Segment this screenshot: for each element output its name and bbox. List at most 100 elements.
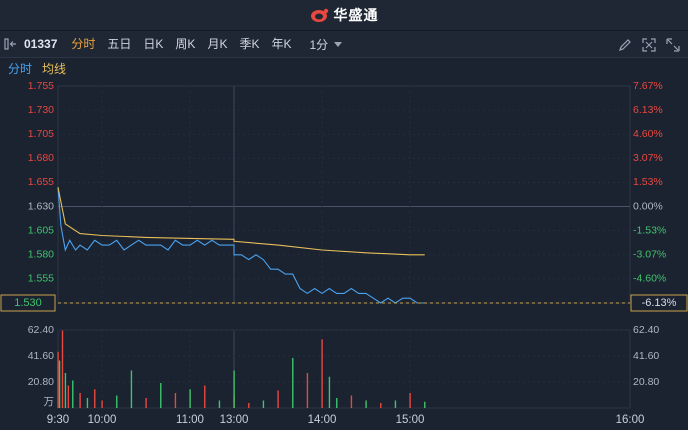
volume-bar	[233, 370, 235, 408]
tab-five-day[interactable]: 五日	[101, 31, 137, 58]
percent-tick-label: -4.60%	[633, 273, 666, 285]
chevron-down-icon	[334, 41, 343, 47]
volume-bar	[365, 400, 367, 408]
brand-name: 华盛通	[333, 7, 379, 23]
volume-bar	[101, 400, 103, 408]
volume-tick-label-right: 62.40	[633, 324, 659, 336]
volume-bar	[306, 373, 309, 408]
volume-bar	[61, 330, 64, 408]
panel-toggle-button[interactable]	[0, 31, 22, 58]
tab-daily-k[interactable]: 日K	[137, 31, 169, 58]
volume-bar	[204, 385, 206, 408]
percent-tick-label: 7.67%	[633, 80, 663, 92]
volume-bar	[94, 389, 96, 408]
volume-bar	[174, 393, 177, 408]
price-series-line	[57, 187, 425, 304]
percent-axis: 7.67% 6.13% 4.60% 3.07% 1.53% 0.00% -1.53% -3.0…	[633, 80, 666, 285]
price-tick-label: 1.680	[28, 152, 54, 164]
brand-icon	[310, 8, 328, 22]
volume-bar	[58, 360, 61, 408]
time-axis: 9:30 10:00 11:00 13:00 14:00 15:00 16:00	[47, 414, 645, 426]
volume-bar	[292, 358, 294, 408]
chart-toolbar: 01337 分时 五日 日K 周K 月K 季K 年K 1分	[0, 31, 688, 58]
volume-bar	[350, 395, 353, 408]
volume-bars	[57, 330, 426, 408]
tab-monthly-k[interactable]: 月K	[201, 31, 233, 58]
average-series-line	[57, 187, 425, 256]
volume-bar	[189, 389, 191, 408]
title-bar: 华盛通	[0, 0, 688, 31]
volume-bar	[130, 370, 133, 408]
current-percent-label: -6.13%	[642, 297, 677, 309]
volume-bar	[262, 400, 265, 408]
volume-bar	[218, 400, 221, 408]
volume-bar	[328, 376, 331, 408]
time-tick-label: 9:30	[47, 414, 69, 426]
time-tick-label: 16:00	[616, 414, 645, 426]
volume-bar	[380, 403, 382, 408]
brand-logo: 华盛通	[310, 5, 379, 25]
price-tick-label: 1.580	[28, 249, 54, 261]
volume-bar	[424, 401, 426, 408]
price-tick-label: 1.605	[28, 224, 54, 236]
price-tick-label: 1.755	[28, 80, 54, 92]
percent-tick-label: 0.00%	[633, 200, 663, 212]
price-tick-label: 1.630	[28, 200, 54, 212]
interval-value: 1分	[309, 37, 329, 52]
price-tick-label: 1.555	[28, 273, 54, 285]
time-tick-label: 11:00	[176, 414, 204, 426]
price-tick-label: 1.730	[28, 104, 54, 116]
percent-tick-label: 4.60%	[633, 128, 663, 140]
percent-tick-label: 1.53%	[633, 176, 663, 188]
volume-bar	[160, 383, 162, 408]
toolbar-actions	[618, 31, 680, 58]
volume-bar	[409, 393, 411, 408]
pencil-icon[interactable]	[618, 38, 632, 52]
percent-tick-label: -1.53%	[633, 224, 666, 236]
interval-select[interactable]: 1分	[309, 36, 343, 53]
percent-tick-label: -3.07%	[633, 249, 666, 261]
volume-axis: 62.40 62.40 41.60 41.60 20.80 20.80 万	[28, 324, 660, 408]
volume-bar	[72, 380, 74, 408]
legend-average: 均线	[42, 61, 67, 76]
volume-bar	[145, 398, 147, 408]
volume-panel-frame	[57, 329, 631, 409]
volume-bar	[277, 390, 279, 408]
tab-quarterly-k[interactable]: 季K	[233, 31, 265, 58]
volume-tick-label: 62.40	[28, 324, 54, 336]
fullscreen-icon[interactable]	[642, 37, 656, 52]
volume-bar	[57, 351, 59, 408]
volume-unit-label: 万	[44, 396, 55, 408]
price-tick-label: 1.655	[28, 176, 54, 188]
volume-bar	[248, 403, 250, 408]
volume-tick-label: 20.80	[28, 376, 54, 388]
volume-bar	[321, 339, 323, 408]
tab-weekly-k[interactable]: 周K	[169, 31, 201, 58]
time-tick-label: 14:00	[308, 414, 337, 426]
expand-icon[interactable]	[666, 37, 680, 52]
panel-toggle-icon	[4, 38, 16, 50]
volume-bar	[67, 385, 70, 408]
time-tick-label: 15:00	[396, 414, 425, 426]
tab-yearly-k[interactable]: 年K	[265, 31, 297, 58]
time-tick-label: 10:00	[88, 414, 117, 426]
volume-bar	[116, 395, 118, 408]
chart-grid	[57, 85, 631, 409]
volume-tick-label-right: 20.80	[633, 376, 659, 388]
intraday-chart[interactable]: 1.755 1.730 1.705 1.680 1.655 1.630 1.605 1.580…	[0, 78, 688, 430]
volume-bar	[86, 398, 89, 408]
legend-price: 分时	[8, 61, 33, 76]
volume-bar	[336, 398, 338, 408]
price-lines	[57, 187, 425, 304]
volume-bar	[394, 400, 397, 408]
price-panel-frame	[57, 85, 631, 304]
time-tick-label: 13:00	[220, 414, 249, 426]
stock-code: 01337	[24, 37, 58, 51]
percent-tick-label: 3.07%	[633, 152, 663, 164]
chart-legend: 分时 均线	[0, 58, 688, 78]
price-tick-label: 1.705	[28, 128, 54, 140]
volume-bar	[64, 373, 67, 408]
volume-tick-label: 41.60	[28, 350, 54, 362]
tab-intraday[interactable]: 分时	[65, 31, 101, 58]
current-price-label: 1.530	[14, 297, 42, 309]
